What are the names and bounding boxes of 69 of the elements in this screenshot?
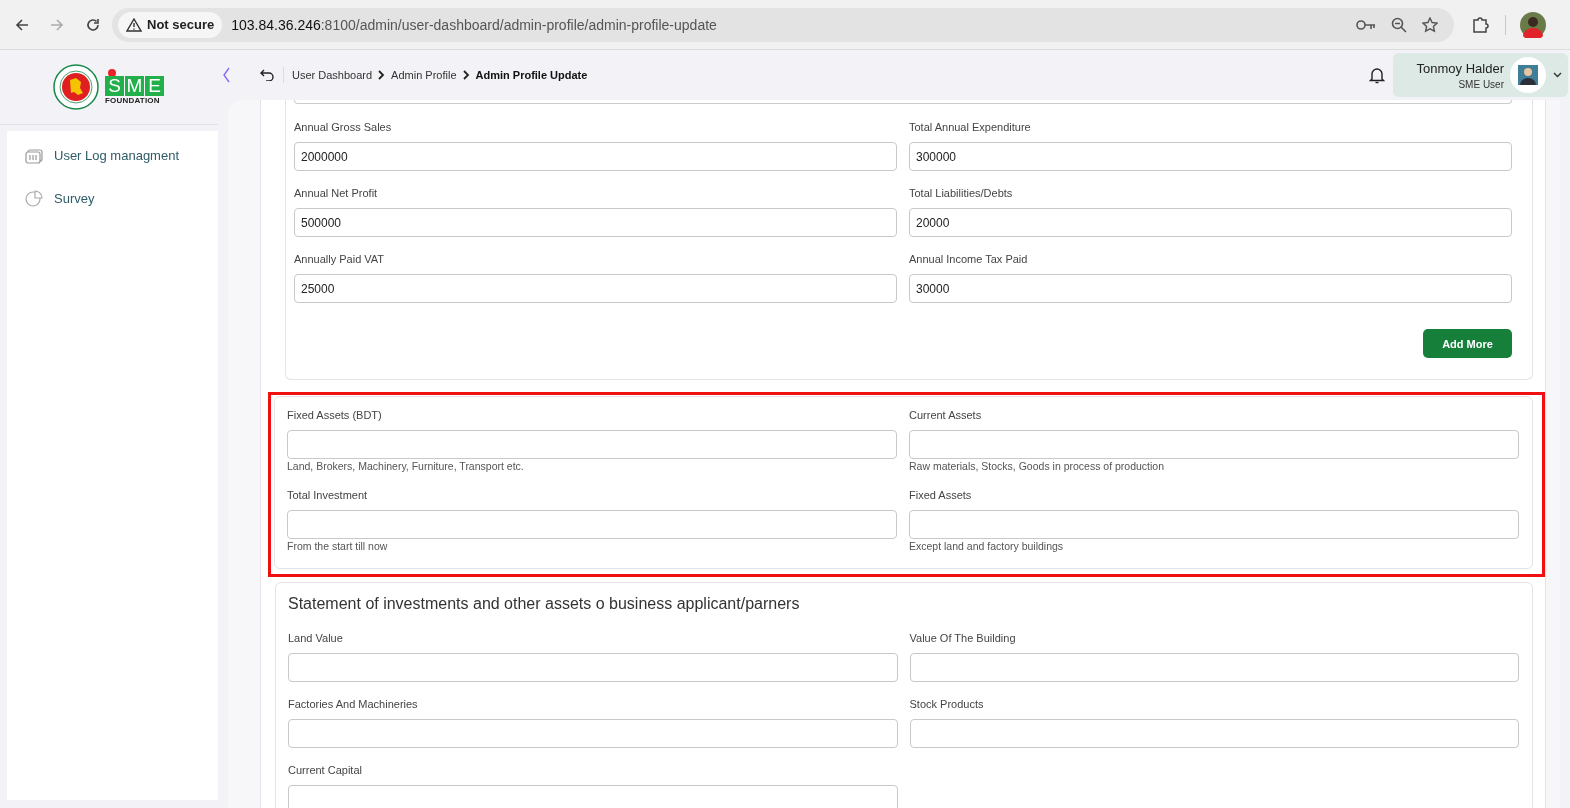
field-label: Current Assets xyxy=(909,408,983,422)
field-label: Factories And Machineries xyxy=(288,697,419,711)
field-hint: Except land and factory buildings xyxy=(909,539,1065,553)
field-label: Total Annual Expenditure xyxy=(909,120,1032,134)
emblem-icon xyxy=(53,64,99,110)
collapse-icon[interactable] xyxy=(222,67,230,83)
user-menu[interactable]: Tonmoy Halder SME User xyxy=(1393,53,1568,97)
logo-letter: M xyxy=(125,76,144,96)
logo-letter: S xyxy=(105,76,124,96)
field-label: Annual Net Profit xyxy=(294,186,379,200)
breadcrumb-link[interactable]: User Dashboard xyxy=(292,69,373,81)
input-field[interactable] xyxy=(288,785,898,808)
input-field[interactable]: 20000 xyxy=(909,208,1512,237)
input-field[interactable] xyxy=(287,430,897,459)
input-field[interactable]: 30000 xyxy=(909,274,1512,303)
chevron-right-icon xyxy=(378,70,386,80)
profile-avatar[interactable] xyxy=(1520,11,1546,38)
log-icon xyxy=(25,146,43,165)
input-field[interactable] xyxy=(287,510,897,539)
field-label: Total Liabilities/Debts xyxy=(909,186,1014,200)
field-label: Annual Gross Sales xyxy=(294,120,393,134)
section-title: Statement of investments and other assets o business applicant/parners xyxy=(288,594,801,614)
key-icon[interactable] xyxy=(1356,17,1376,32)
breadcrumb-link[interactable]: Admin Profile xyxy=(391,69,457,81)
sidebar-item[interactable]: User Log managment xyxy=(7,134,218,177)
undo-icon[interactable] xyxy=(260,69,274,81)
input-field[interactable] xyxy=(909,510,1519,539)
field-label: Land Value xyxy=(288,631,344,645)
forward-icon[interactable] xyxy=(49,16,65,33)
url-text: 103.84.36.246:8100/admin/user-dashboard/admin-profile/admin-profile-update xyxy=(231,16,717,33)
star-icon[interactable] xyxy=(1422,16,1438,33)
reload-icon[interactable] xyxy=(85,16,101,33)
field-label: Value Of The Building xyxy=(909,631,1017,645)
address-bar[interactable]: Not secure 103.84.36.246:8100/admin/user-dashboard/admin-profile/admin-profile-update xyxy=(112,7,1454,42)
field-label: Total Investment xyxy=(287,488,369,502)
field-label: Stock Products xyxy=(909,697,985,711)
field-label: Fixed Assets xyxy=(909,488,973,502)
field-label: Current Capital xyxy=(288,763,363,777)
input-field[interactable] xyxy=(909,430,1519,459)
add-more-button[interactable]: Add More xyxy=(1423,329,1512,358)
field-label: Annual Income Tax Paid xyxy=(909,252,1029,266)
input-field[interactable] xyxy=(909,719,1519,748)
caret-icon xyxy=(1553,72,1562,78)
field-hint: Land, Brokers, Machinery, Furniture, Transport etc. xyxy=(287,459,525,473)
pie-chart-icon xyxy=(25,189,43,208)
field-hint: From the start till now xyxy=(287,539,389,553)
zoom-out-icon[interactable] xyxy=(1391,16,1407,33)
user-role: SME User xyxy=(1457,78,1504,90)
input-field[interactable] xyxy=(909,653,1519,682)
field-label: Fixed Assets (BDT) xyxy=(287,408,383,422)
chevron-right-icon xyxy=(462,70,470,80)
extensions-icon[interactable] xyxy=(1471,15,1489,34)
sidebar-item[interactable]: Survey xyxy=(7,177,218,220)
field-label: Annually Paid VAT xyxy=(294,252,386,266)
field-hint: Raw materials, Stocks, Goods in process of production xyxy=(909,459,1166,473)
input-field[interactable]: 2000000 xyxy=(294,142,897,171)
input-field[interactable]: 500000 xyxy=(294,208,897,237)
warning-icon xyxy=(126,17,142,32)
user-avatar xyxy=(1510,57,1546,93)
security-chip[interactable]: Not secure xyxy=(118,11,223,38)
input-field[interactable]: 25000 xyxy=(294,274,897,303)
input-field[interactable] xyxy=(288,653,898,682)
user-name: Tonmoy Halder xyxy=(1415,60,1504,76)
bell-icon[interactable] xyxy=(1369,66,1385,84)
logo-caption: FOUNDATION xyxy=(105,96,160,105)
logo-letter: E xyxy=(145,76,164,96)
input-field[interactable]: 300000 xyxy=(909,142,1512,171)
back-icon[interactable] xyxy=(14,16,30,33)
input-field[interactable] xyxy=(288,719,898,748)
